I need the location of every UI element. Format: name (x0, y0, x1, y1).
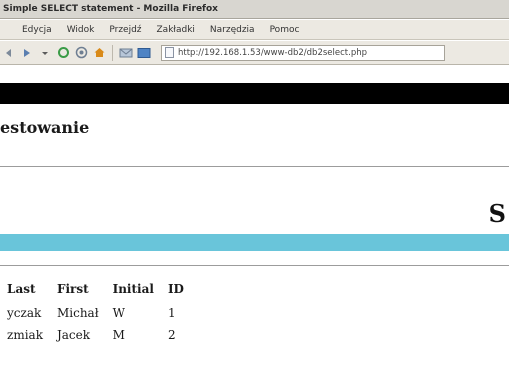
cell-first: Jacek (56, 328, 91, 342)
cell-first: Michał (56, 306, 99, 320)
home-icon[interactable] (92, 46, 106, 60)
divider (0, 265, 509, 266)
menu-widok[interactable]: Widok (67, 25, 95, 35)
cell-initial: M (112, 328, 125, 342)
forward-icon[interactable] (20, 46, 34, 60)
section-heading: S (488, 199, 506, 228)
column-header-initial: Initial (112, 282, 154, 296)
menu-narzedzia[interactable]: Narzędzia (210, 25, 255, 35)
history-dropdown-icon[interactable] (38, 46, 52, 60)
stop-icon[interactable] (74, 46, 88, 60)
address-url[interactable]: http://192.168.1.53/www-db2/db2select.ph… (178, 48, 367, 58)
cell-id: 1 (167, 306, 176, 320)
menu-przejdz[interactable]: Przejdź (109, 25, 141, 35)
results-table: Last First Initial ID yczak Michał W 1 z… (3, 282, 191, 347)
menu-bar: Edycja Widok Przejdź Zakładki Narzędzia … (0, 20, 509, 40)
cell-last: yczak (7, 306, 42, 320)
menu-pomoc[interactable]: Pomoc (270, 25, 300, 35)
table-header-row: Last First Initial ID (3, 282, 191, 303)
mail-icon[interactable] (119, 46, 133, 60)
address-bar[interactable]: http://192.168.1.53/www-db2/db2select.ph… (161, 44, 445, 61)
navigation-toolbar: http://192.168.1.53/www-db2/db2select.ph… (0, 41, 509, 65)
accent-band (0, 234, 509, 251)
window-title: Simple SELECT statement - Mozilla Firefo… (0, 0, 509, 19)
column-header-id: ID (167, 282, 184, 296)
cell-id: 2 (167, 328, 176, 342)
menu-zakladki[interactable]: Zakładki (157, 25, 195, 35)
table-row: yczak Michał W 1 (3, 303, 191, 325)
back-icon[interactable] (2, 46, 16, 60)
table-row: zmiak Jacek M 2 (3, 325, 191, 347)
toolbar-separator (112, 44, 113, 61)
column-header-first: First (56, 282, 89, 296)
header-banner (0, 83, 509, 104)
divider (0, 166, 509, 167)
column-header-last: Last (7, 282, 36, 296)
cell-initial: W (112, 306, 125, 320)
menu-edycja[interactable]: Edycja (22, 25, 52, 35)
reload-icon[interactable] (56, 46, 70, 60)
bookmark-icon[interactable] (137, 46, 151, 60)
cell-last: zmiak (7, 328, 43, 342)
page-icon (165, 47, 174, 58)
page-heading: estowanie (0, 118, 90, 137)
